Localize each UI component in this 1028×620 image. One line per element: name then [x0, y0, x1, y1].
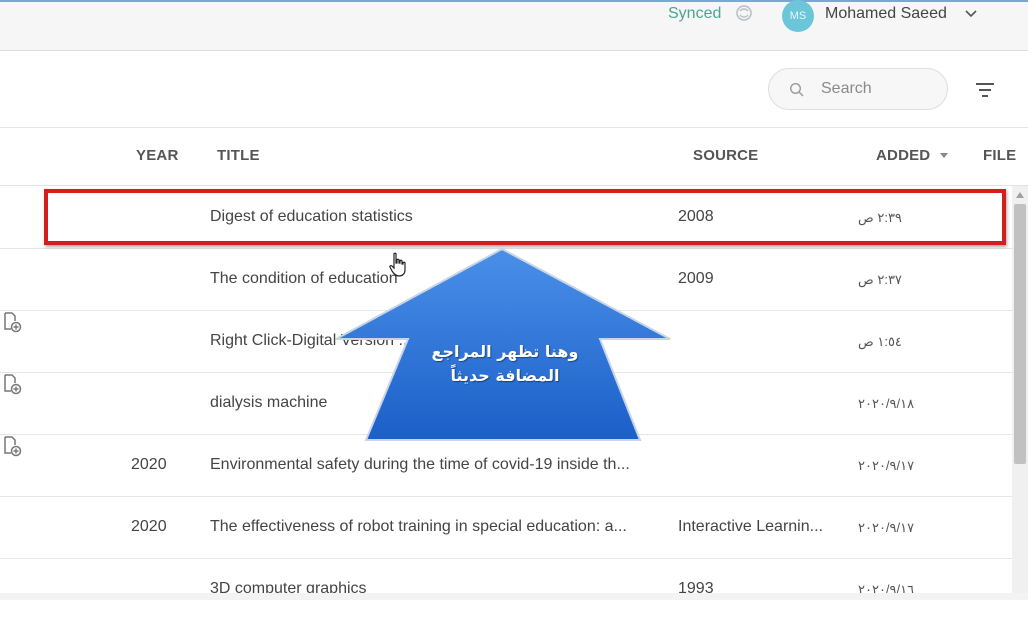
table-row[interactable]: 3D computer graphics 1993 ٢٠٢٠/٩/١٦	[0, 558, 1012, 620]
row-added: ٢٠٢٠/٩/١٧	[858, 520, 915, 535]
table-row[interactable]: 2020 The effectiveness of robot training…	[0, 496, 1012, 559]
hand-cursor-icon	[389, 252, 406, 277]
table-header: YEAR TITLE SOURCE ADDED FILE	[0, 128, 1028, 186]
column-file[interactable]: FILE	[983, 147, 1016, 164]
row-source: Interactive Learnin...	[678, 518, 823, 535]
column-added[interactable]: ADDED	[876, 147, 930, 164]
scrollbar-thumb[interactable]	[1014, 204, 1026, 464]
window-edge	[0, 0, 1028, 2]
column-title[interactable]: TITLE	[217, 147, 260, 164]
row-title: Environmental safety during the time of …	[210, 456, 630, 473]
row-year: 2020	[131, 518, 167, 535]
highlight-box	[44, 189, 1006, 245]
library-toolbar	[0, 51, 1028, 128]
row-source: 2009	[678, 270, 714, 287]
add-file-icon[interactable]	[0, 434, 24, 458]
filter-icon[interactable]	[974, 81, 996, 99]
sync-status-label: Synced	[668, 5, 722, 22]
search-icon	[789, 82, 804, 97]
search-input[interactable]	[821, 79, 933, 99]
vertical-scrollbar[interactable]	[1012, 186, 1028, 600]
row-added: ٢:٣٧ ص	[858, 272, 902, 287]
sync-icon[interactable]	[734, 3, 754, 23]
user-name[interactable]: Mohamed Saeed	[825, 5, 947, 23]
row-added: ٢٠٢٠/٩/١٨	[858, 396, 915, 411]
window-bottom-edge	[0, 593, 1028, 600]
row-title: The effectiveness of robot training in s…	[210, 518, 627, 535]
add-file-icon[interactable]	[0, 372, 24, 396]
row-added: ٢٠٢٠/٩/١٧	[858, 458, 915, 473]
search-box[interactable]	[768, 68, 948, 110]
column-source[interactable]: SOURCE	[693, 147, 758, 164]
chevron-down-icon[interactable]	[963, 6, 979, 22]
row-added: ١:٥٤ ص	[858, 334, 902, 349]
row-year: 2020	[131, 456, 167, 473]
add-file-icon[interactable]	[0, 310, 24, 334]
sort-descending-icon[interactable]	[940, 153, 948, 158]
callout-text: وهنا تظهر المراجع المضافة حديثاً	[431, 342, 579, 385]
scroll-up-arrow-icon[interactable]	[1016, 192, 1024, 198]
column-year[interactable]: YEAR	[136, 147, 178, 164]
user-avatar[interactable]: MS	[782, 0, 814, 32]
top-bar: Synced MS Mohamed Saeed	[0, 0, 1028, 51]
